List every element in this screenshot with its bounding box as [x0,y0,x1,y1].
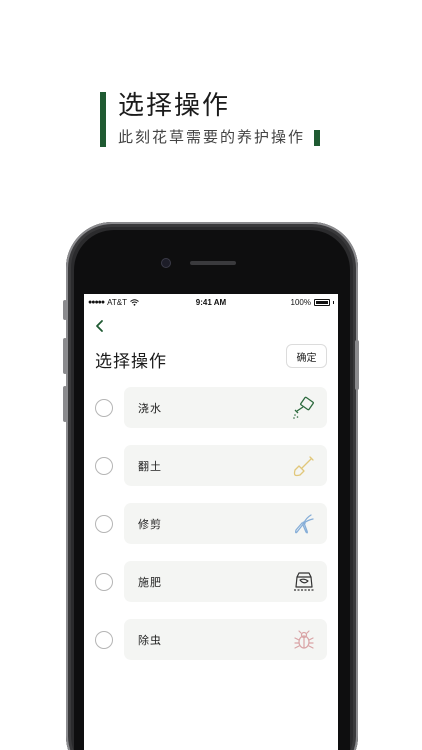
radio-button[interactable] [95,515,113,533]
power-button [355,340,359,390]
operation-item-fertilizing[interactable]: 施肥 [84,561,338,603]
operation-card[interactable]: 修剪 [124,503,327,544]
front-camera [162,259,170,267]
phone-screen: ●●●●● AT&T 9:41 AM 100% 选择操作 确定 浇水 翻土 修剪… [84,294,338,750]
chevron-left-icon [96,320,103,332]
promo-accent-bar [100,92,106,147]
bug-icon [294,630,314,649]
radio-button[interactable] [95,573,113,591]
page-title: 选择操作 [95,352,167,372]
operation-label: 翻土 [138,460,162,473]
promo-header: 选择操作 此刻花草需要的养护操作 [100,92,400,148]
confirm-button[interactable]: 确定 [286,344,327,368]
radio-button[interactable] [95,631,113,649]
promo-subtitle: 此刻花草需要的养护操作 [118,128,306,146]
fertilizer-icon [294,572,314,591]
promo-subtitle-mark [314,130,320,146]
battery-tip [333,301,334,304]
watering-can-icon [293,396,314,419]
operation-label: 浇水 [138,402,162,415]
status-right: 100% [291,298,334,307]
volume-up-button [63,338,67,374]
battery-percent: 100% [290,298,311,307]
operation-card[interactable]: 除虫 [124,619,327,660]
battery-icon [314,299,330,306]
mute-switch [63,300,67,320]
operation-card[interactable]: 施肥 [124,561,327,602]
operation-item-watering[interactable]: 浇水 [84,387,338,429]
earpiece-speaker [190,261,236,265]
volume-down-button [63,386,67,422]
pruning-shears-icon [295,514,314,534]
status-bar: ●●●●● AT&T 9:41 AM 100% [84,294,338,311]
operation-card[interactable]: 浇水 [124,387,327,428]
operation-label: 修剪 [138,518,162,531]
operation-label: 除虫 [138,634,162,647]
shovel-icon [293,456,314,477]
radio-button[interactable] [95,457,113,475]
operation-item-pest-control[interactable]: 除虫 [84,619,338,661]
back-button[interactable] [94,318,108,334]
operation-item-pruning[interactable]: 修剪 [84,503,338,545]
operation-card[interactable]: 翻土 [124,445,327,486]
promo-title: 选择操作 [118,91,231,121]
operation-item-loosen-soil[interactable]: 翻土 [84,445,338,487]
radio-button[interactable] [95,399,113,417]
operation-label: 施肥 [138,576,162,589]
